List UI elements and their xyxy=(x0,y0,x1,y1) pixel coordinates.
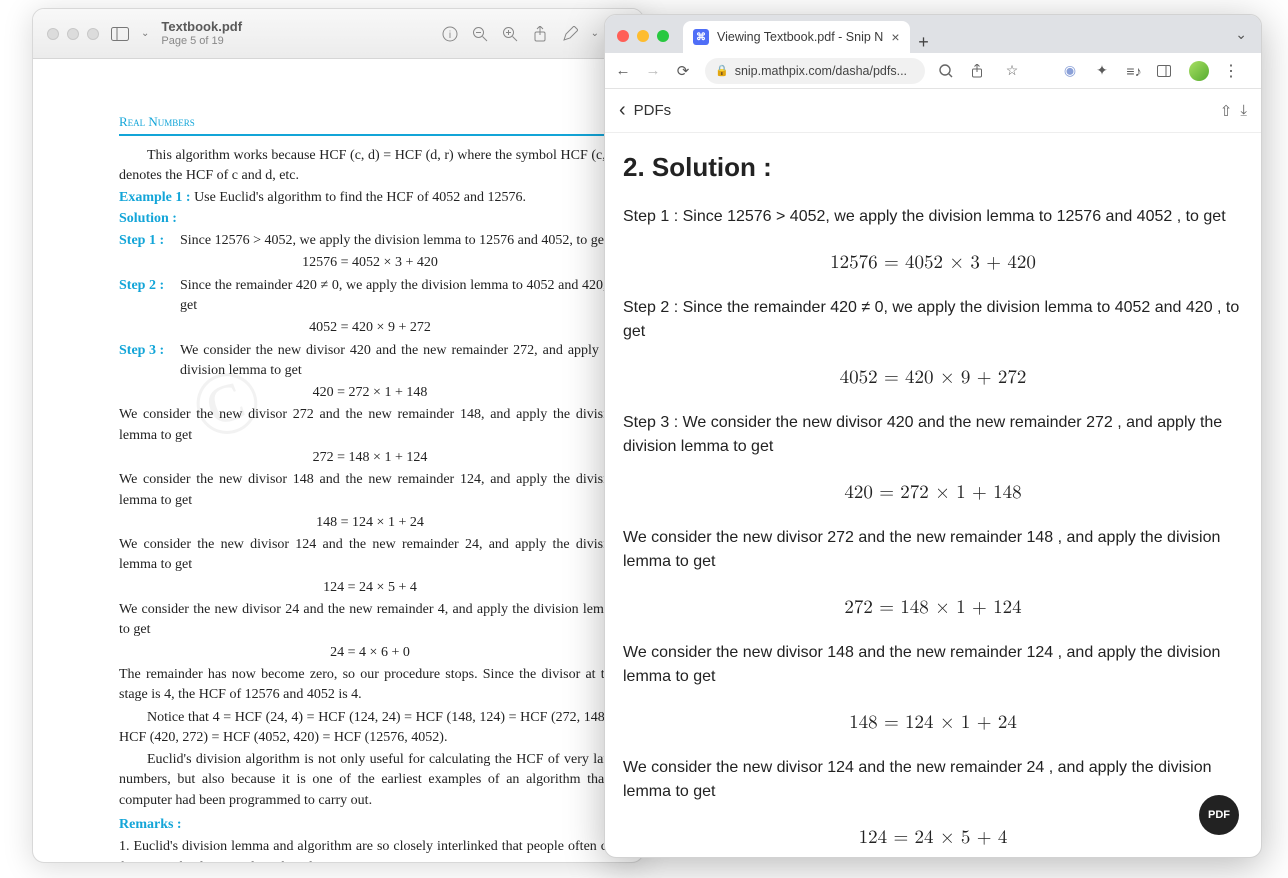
reload-icon[interactable]: ⟳ xyxy=(675,62,691,80)
solution-label: Solution : xyxy=(119,209,621,229)
breadcrumb-label[interactable]: PDFs xyxy=(634,102,672,119)
markup-icon[interactable] xyxy=(561,25,579,43)
minimize-dot[interactable] xyxy=(67,28,79,40)
close-tab-icon[interactable]: × xyxy=(891,29,899,45)
doc-title: Textbook.pdf xyxy=(161,19,242,35)
section-heading: 2. Solution : xyxy=(623,147,1243,187)
close-dot[interactable] xyxy=(47,28,59,40)
math-equation: 12576 = 4052 × 3 + 420 xyxy=(623,248,1243,277)
step-text: We consider the new divisor 272 and the … xyxy=(623,526,1243,576)
forward-icon[interactable]: → xyxy=(645,62,661,79)
equation: 124 = 24 × 5 + 4 xyxy=(119,578,621,598)
paragraph: We consider the new divisor 148 and the … xyxy=(119,470,621,511)
back-icon[interactable]: ← xyxy=(615,62,631,79)
url-bar-row: ← → ⟳ 🔒 snip.mathpix.com/dasha/pdfs... ☆… xyxy=(605,53,1261,89)
share-icon[interactable] xyxy=(531,25,549,43)
header-rule xyxy=(119,134,621,136)
math-equation: 148 = 124 × 1 + 24 xyxy=(623,708,1243,737)
lock-icon: 🔒 xyxy=(715,64,729,77)
step-text: We consider the new divisor 124 and the … xyxy=(623,756,1243,806)
zoom-in-icon[interactable] xyxy=(501,25,519,43)
step-text: Step 3 : We consider the new divisor 420… xyxy=(623,411,1243,461)
step-2: Step 2 :Since the remainder 420 ≠ 0, we … xyxy=(119,276,621,317)
avatar-icon[interactable] xyxy=(1189,61,1209,81)
zoom-dot[interactable] xyxy=(87,28,99,40)
share-icon[interactable] xyxy=(971,64,989,78)
running-header: Real Numbers xyxy=(119,113,195,132)
breadcrumb-row: ‹ PDFs ⇧ ⤓ xyxy=(605,89,1261,133)
new-tab-button[interactable]: + xyxy=(910,32,938,53)
step-text: Step 2 : Since the remainder 420 ≠ 0, we… xyxy=(623,296,1243,346)
step-text: Step 1 : Since 12576 > 4052, we apply th… xyxy=(623,205,1243,230)
equation: 24 = 4 × 6 + 0 xyxy=(119,643,621,663)
info-icon[interactable]: i xyxy=(441,25,459,43)
traffic-lights xyxy=(47,28,99,40)
example-line: Example 1 : Use Euclid's algorithm to fi… xyxy=(119,188,621,208)
pdf-fab-button[interactable]: PDF xyxy=(1199,795,1239,835)
favicon-icon: ⌘ xyxy=(693,29,709,45)
equation: 420 = 272 × 1 + 148 xyxy=(119,383,621,403)
equation: 4052 = 420 × 9 + 272 xyxy=(119,318,621,338)
url-field[interactable]: 🔒 snip.mathpix.com/dasha/pdfs... xyxy=(705,58,925,84)
page-indicator: Page 5 of 19 xyxy=(161,35,242,48)
kebab-menu-icon[interactable]: ⋮ xyxy=(1223,61,1239,81)
preview-toolbar: ⌄ Textbook.pdf Page 5 of 19 i ⌄ xyxy=(33,9,643,59)
zoom-dot[interactable] xyxy=(657,30,669,42)
extension-icon[interactable]: ◉ xyxy=(1061,62,1079,79)
paragraph: We consider the new divisor 124 and the … xyxy=(119,535,621,576)
chevron-down-icon[interactable]: ⌄ xyxy=(141,28,149,39)
math-equation: 4052 = 420 × 9 + 272 xyxy=(623,363,1243,392)
minimize-dot[interactable] xyxy=(637,30,649,42)
remark-1: 1. Euclid's division lemma and algorithm… xyxy=(119,837,621,863)
step-3: Step 3 :We consider the new divisor 420 … xyxy=(119,341,621,382)
math-equation: 124 = 24 × 5 + 4 xyxy=(623,823,1243,852)
zoom-out-icon[interactable] xyxy=(471,25,489,43)
puzzle-icon[interactable]: ✦ xyxy=(1093,62,1111,79)
paragraph: We consider the new divisor 24 and the n… xyxy=(119,600,621,641)
pdf-page: © Real Numbers 5 This algorithm works be… xyxy=(33,59,643,863)
paragraph: The remainder has now become zero, so ou… xyxy=(119,665,621,706)
upload-icon[interactable]: ⇧ xyxy=(1220,102,1233,120)
paragraph: Notice that 4 = HCF (24, 4) = HCF (124, … xyxy=(119,708,621,749)
tab-title: Viewing Textbook.pdf - Snip N xyxy=(717,30,883,44)
chevron-down-icon[interactable]: ⌄ xyxy=(591,28,599,39)
sidepanel-icon[interactable] xyxy=(1157,65,1175,77)
close-dot[interactable] xyxy=(617,30,629,42)
remarks-label: Remarks : xyxy=(119,815,621,835)
equation: 272 = 148 × 1 + 124 xyxy=(119,448,621,468)
math-equation: 272 = 148 × 1 + 124 xyxy=(623,593,1243,622)
traffic-lights xyxy=(617,30,669,42)
sidebar-toggle-icon[interactable] xyxy=(111,25,129,43)
export-icon[interactable]: ⤓ xyxy=(1240,102,1247,119)
equation: 12576 = 4052 × 3 + 420 xyxy=(119,253,621,273)
content-area[interactable]: 2. Solution : Step 1 : Since 12576 > 405… xyxy=(605,133,1261,858)
tab-strip: ⌘ Viewing Textbook.pdf - Snip N × + ⌄ xyxy=(605,15,1261,53)
equation: 148 = 124 × 1 + 24 xyxy=(119,513,621,533)
step-text: We consider the new divisor 148 and the … xyxy=(623,641,1243,691)
step-1: Step 1 :Since 12576 > 4052, we apply the… xyxy=(119,231,621,251)
title-block: Textbook.pdf Page 5 of 19 xyxy=(161,19,242,48)
playlist-icon[interactable]: ≡♪ xyxy=(1125,63,1143,79)
paragraph: Euclid's division algorithm is not only … xyxy=(119,750,621,811)
url-text: snip.mathpix.com/dasha/pdfs... xyxy=(735,64,907,78)
math-equation: 420 = 272 × 1 + 148 xyxy=(623,478,1243,507)
tab-active[interactable]: ⌘ Viewing Textbook.pdf - Snip N × xyxy=(683,21,910,53)
preview-window: ⌄ Textbook.pdf Page 5 of 19 i ⌄ © Real N… xyxy=(32,8,644,863)
search-icon[interactable] xyxy=(939,64,957,78)
paragraph: We consider the new divisor 272 and the … xyxy=(119,405,621,446)
intro-paragraph: This algorithm works because HCF (c, d) … xyxy=(119,146,621,187)
browser-window: ⌘ Viewing Textbook.pdf - Snip N × + ⌄ ← … xyxy=(604,14,1262,858)
tabs-menu-icon[interactable]: ⌄ xyxy=(1235,26,1247,43)
star-icon[interactable]: ☆ xyxy=(1003,62,1021,79)
svg-text:i: i xyxy=(448,30,450,41)
back-chevron-icon[interactable]: ‹ xyxy=(619,99,626,122)
